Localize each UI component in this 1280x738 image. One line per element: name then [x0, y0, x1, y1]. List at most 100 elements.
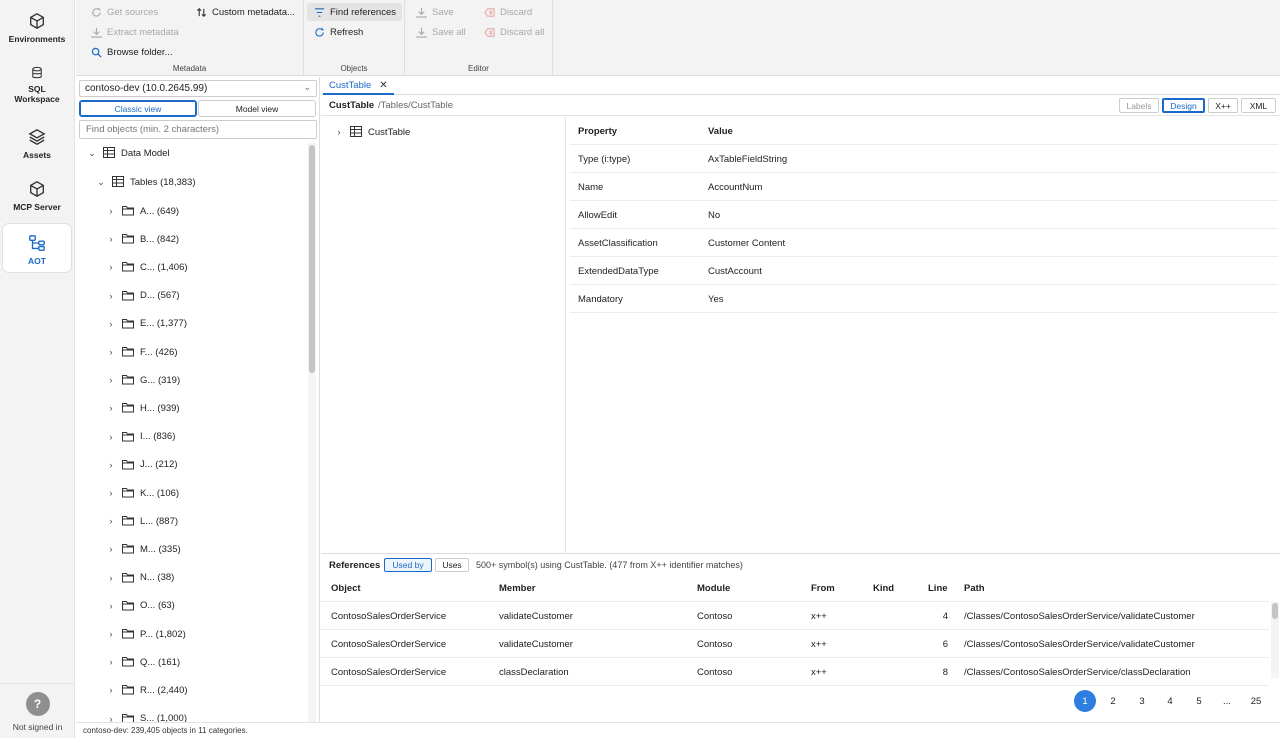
nav-item-environments[interactable]: Environments — [3, 2, 71, 50]
col-module[interactable]: Module — [697, 583, 730, 594]
nav-item-assets[interactable]: Assets — [3, 118, 71, 166]
nav-item-aot[interactable]: AOT — [3, 224, 71, 272]
page-button[interactable]: 1 — [1074, 690, 1096, 712]
model-view-button[interactable]: Model view — [198, 100, 316, 117]
browse-folder-button[interactable]: Browse folder... — [84, 43, 178, 61]
chevron-right-icon[interactable]: › — [106, 488, 116, 498]
col-line[interactable]: Line — [928, 583, 948, 594]
chevron-right-icon[interactable]: › — [106, 206, 116, 216]
chevron-right-icon[interactable]: › — [106, 573, 116, 583]
chevron-right-icon[interactable]: › — [106, 516, 116, 526]
property-value[interactable]: Yes — [708, 294, 724, 305]
property-value[interactable]: CustAccount — [708, 266, 762, 277]
tree-folder-node[interactable]: › Q... (161) — [106, 652, 181, 672]
discard-button[interactable]: Discard — [477, 3, 538, 21]
page-button[interactable]: 5 — [1188, 690, 1210, 712]
tree-folder-node[interactable]: › S... (1,000) — [106, 709, 187, 722]
custom-metadata-button[interactable]: Custom metadata... — [189, 3, 301, 21]
chevron-right-icon[interactable]: › — [106, 601, 116, 611]
chevron-down-icon[interactable]: ⌄ — [87, 148, 97, 159]
tree-folder-node[interactable]: › O... (63) — [106, 596, 175, 616]
tree-folder-node[interactable]: › I... (836) — [106, 427, 176, 447]
chevron-right-icon[interactable]: › — [106, 347, 116, 357]
col-from[interactable]: From — [811, 583, 835, 594]
page-button[interactable]: 2 — [1102, 690, 1124, 712]
help-icon[interactable]: ? — [25, 692, 50, 716]
tree-folder-node[interactable]: › R... (2,440) — [106, 680, 188, 700]
tree-folder-node[interactable]: › F... (426) — [106, 342, 178, 362]
tree-folder-node[interactable]: › P... (1,802) — [106, 624, 186, 644]
property-value[interactable]: Customer Content — [708, 238, 785, 249]
chevron-right-icon[interactable]: › — [334, 127, 344, 137]
environment-select[interactable]: contoso-dev (10.0.2645.99) ⌄ — [79, 80, 317, 97]
tree-folder-node[interactable]: › C... (1,406) — [106, 257, 188, 277]
design-node-custtable[interactable]: › CustTable — [334, 122, 410, 142]
chevron-right-icon[interactable]: › — [106, 460, 116, 470]
classic-view-button[interactable]: Classic view — [79, 100, 197, 117]
col-kind[interactable]: Kind — [873, 583, 894, 594]
reference-row[interactable]: ContosoSalesOrderService validateCustomer… — [321, 602, 1269, 630]
scrollbar-thumb[interactable] — [1272, 603, 1278, 619]
tree-folder-node[interactable]: › B... (842) — [106, 229, 180, 249]
property-row[interactable]: Type (i:type) AxTableFieldString — [570, 145, 1278, 173]
labels-button[interactable]: Labels — [1119, 98, 1159, 113]
property-value[interactable]: AccountNum — [708, 182, 762, 193]
property-row[interactable]: Name AccountNum — [570, 173, 1278, 201]
extract-metadata-button[interactable]: Extract metadata — [84, 23, 185, 41]
nav-item-sql-workspace[interactable]: SQL Workspace — [3, 56, 71, 104]
tree-scrollbar[interactable] — [308, 143, 316, 722]
find-references-button[interactable]: Find references — [307, 3, 403, 21]
property-row[interactable]: AllowEdit No — [570, 201, 1278, 229]
references-scrollbar[interactable] — [1271, 602, 1279, 678]
find-objects-input[interactable] — [79, 120, 317, 139]
xml-button[interactable]: XML — [1241, 98, 1276, 113]
uses-button[interactable]: Uses — [435, 558, 469, 572]
chevron-right-icon[interactable]: › — [106, 544, 116, 554]
chevron-right-icon[interactable]: › — [106, 685, 116, 695]
xpp-button[interactable]: X++ — [1208, 98, 1238, 113]
discard-all-button[interactable]: Discard all — [477, 23, 550, 41]
tree-folder-node[interactable]: › K... (106) — [106, 483, 180, 503]
col-object[interactable]: Object — [331, 583, 361, 594]
chevron-right-icon[interactable]: › — [106, 319, 116, 329]
save-all-button[interactable]: Save all — [409, 23, 472, 41]
tree-folder-node[interactable]: › J... (212) — [106, 455, 178, 475]
property-row[interactable]: AssetClassification Customer Content — [570, 229, 1278, 257]
col-path[interactable]: Path — [964, 583, 985, 594]
tab-custtable[interactable]: CustTable ✕ — [323, 77, 394, 95]
tree-folder-node[interactable]: › H... (939) — [106, 398, 180, 418]
page-button[interactable]: 25 — [1245, 690, 1267, 712]
reference-row[interactable]: ContosoSalesOrderService validateCustomer… — [321, 630, 1269, 658]
page-button[interactable]: 3 — [1131, 690, 1153, 712]
tree-folder-node[interactable]: › G... (319) — [106, 370, 181, 390]
tree-folder-node[interactable]: › L... (887) — [106, 511, 179, 531]
tree-folder-node[interactable]: › E... (1,377) — [106, 314, 188, 334]
chevron-right-icon[interactable]: › — [106, 629, 116, 639]
col-member[interactable]: Member — [499, 583, 535, 594]
chevron-right-icon[interactable]: › — [106, 432, 116, 442]
chevron-right-icon[interactable]: › — [106, 403, 116, 413]
chevron-right-icon[interactable]: › — [106, 262, 116, 272]
get-sources-button[interactable]: Get sources — [84, 3, 164, 21]
design-button[interactable]: Design — [1162, 98, 1205, 113]
tree-folder-node[interactable]: › N... (38) — [106, 568, 175, 588]
nav-item-mcp-server[interactable]: MCP Server — [3, 170, 71, 218]
chevron-down-icon[interactable]: ⌄ — [96, 177, 106, 188]
chevron-right-icon[interactable]: › — [106, 291, 116, 301]
page-button[interactable]: 4 — [1159, 690, 1181, 712]
chevron-right-icon[interactable]: › — [106, 375, 116, 385]
refresh-button[interactable]: Refresh — [307, 23, 369, 41]
tree-folder-node[interactable]: › D... (567) — [106, 286, 180, 306]
save-button[interactable]: Save — [409, 3, 460, 21]
tree-node-data-model[interactable]: ⌄ Data Model — [87, 143, 170, 163]
close-icon[interactable]: ✕ — [379, 80, 387, 91]
property-value[interactable]: AxTableFieldString — [708, 154, 787, 165]
used-by-button[interactable]: Used by — [384, 558, 432, 572]
property-row[interactable]: ExtendedDataType CustAccount — [570, 257, 1278, 285]
tree-folder-node[interactable]: › M... (335) — [106, 539, 181, 559]
sign-in-status[interactable]: Not signed in — [13, 722, 63, 732]
tree-node-tables[interactable]: ⌄ Tables (18,383) — [96, 172, 195, 192]
chevron-right-icon[interactable]: › — [106, 657, 116, 667]
property-row[interactable]: Mandatory Yes — [570, 285, 1278, 313]
scrollbar-thumb[interactable] — [309, 145, 315, 373]
